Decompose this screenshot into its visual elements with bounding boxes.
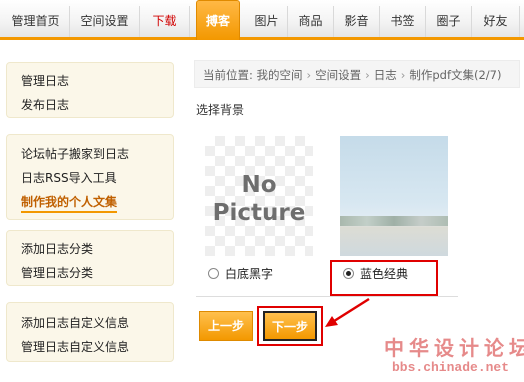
shoreline-image <box>340 216 448 226</box>
watermark-url: bbs.chinade.net <box>392 360 510 375</box>
option-blue-classic-label: 蓝色经典 <box>360 267 409 281</box>
breadcrumb: 当前位置: 我的空间 › 空间设置 › 日志 › 制作pdf文集(2/7) <box>194 60 520 88</box>
tab-space-settings[interactable]: 空间设置 <box>70 6 140 37</box>
breadcrumb-separator: › <box>306 68 312 82</box>
tab-friends[interactable]: 好友 <box>472 6 520 37</box>
breadcrumb-prefix[interactable]: 当前位置: 我的空间 <box>203 68 303 82</box>
sidebar-item-add-custom-info[interactable]: 添加日志自定义信息 <box>21 314 129 331</box>
tab-pictures[interactable]: 图片 <box>246 6 288 37</box>
sidebar-item-forum-move[interactable]: 论坛帖子搬家到日志 <box>21 145 129 162</box>
radio-white-black[interactable] <box>208 268 219 279</box>
breadcrumb-space-settings[interactable]: 空间设置 <box>315 68 361 82</box>
tab-blog[interactable]: 搏客 <box>196 0 240 40</box>
prev-step-button[interactable]: 上一步 <box>199 311 253 341</box>
breadcrumb-logs[interactable]: 日志 <box>374 68 397 82</box>
no-picture-text-line2: Picture <box>212 200 306 226</box>
sidebar-group-tools: 论坛帖子搬家到日志 日志RSS导入工具 制作我的个人文集 <box>6 134 174 220</box>
tab-bookmarks[interactable]: 书签 <box>380 6 426 37</box>
watermark-title: 中华设计论坛 <box>384 336 524 360</box>
tab-download[interactable]: 下载 <box>140 6 190 37</box>
sidebar-group-custom-info: 添加日志自定义信息 管理日志自定义信息 <box>6 302 174 362</box>
option-white-black-label: 白底黑字 <box>225 267 274 281</box>
tab-media[interactable]: 影音 <box>334 6 380 37</box>
tab-admin-home[interactable]: 管理首页 <box>2 6 70 37</box>
sidebar-group-categories: 添加日志分类 管理日志分类 <box>6 230 174 286</box>
option-white-black[interactable]: 白底黑字 <box>208 265 273 282</box>
sidebar-item-make-anthology[interactable]: 制作我的个人文集 <box>21 193 118 213</box>
sidebar-item-add-category[interactable]: 添加日志分类 <box>21 240 93 257</box>
option-blue-classic[interactable]: 蓝色经典 <box>343 265 408 282</box>
no-picture-text-line1: No <box>241 172 277 198</box>
breadcrumb-separator: › <box>400 68 406 82</box>
sidebar-group-manage: 管理日志 发布日志 <box>6 62 174 118</box>
sidebar-item-manage-custom-info[interactable]: 管理日志自定义信息 <box>21 338 129 355</box>
tab-circles[interactable]: 圈子 <box>426 6 472 37</box>
annotation-arrow-icon <box>325 297 370 327</box>
breadcrumb-current: 制作pdf文集(2/7) <box>409 68 502 82</box>
sidebar-item-rss-import[interactable]: 日志RSS导入工具 <box>21 169 117 186</box>
breadcrumb-separator: › <box>365 68 370 82</box>
section-title: 选择背景 <box>196 103 245 117</box>
radio-blue-classic[interactable] <box>343 268 354 279</box>
top-nav: 管理首页 空间设置 下载 搏客 图片 商品 影音 书签 圈子 好友 <box>0 0 524 40</box>
next-step-button[interactable]: 下一步 <box>263 311 317 341</box>
sidebar-item-manage-categories[interactable]: 管理日志分类 <box>21 264 93 281</box>
sidebar-item-publish-log[interactable]: 发布日志 <box>21 96 69 113</box>
tab-products[interactable]: 商品 <box>288 6 334 37</box>
sidebar-item-manage-logs[interactable]: 管理日志 <box>21 72 69 89</box>
blue-classic-thumbnail[interactable] <box>340 136 448 256</box>
no-picture-thumbnail[interactable]: No Picture <box>205 136 313 256</box>
